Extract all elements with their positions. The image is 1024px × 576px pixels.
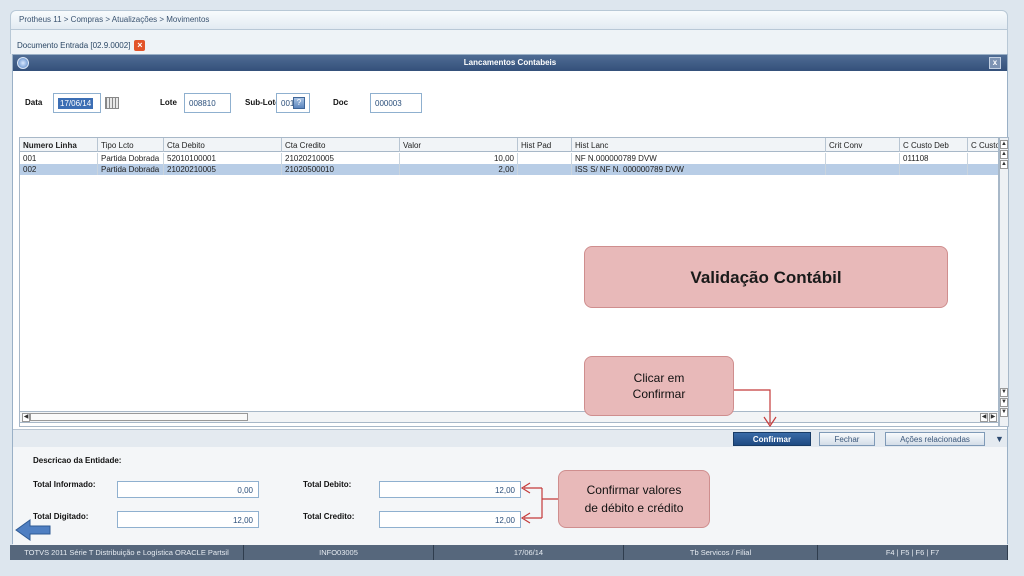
table-cell: Partida Dobrada <box>98 164 164 175</box>
total-credito-field: 12,00 <box>379 511 521 528</box>
close-button[interactable]: Fechar <box>819 432 875 446</box>
close-icon[interactable]: × <box>134 40 146 51</box>
scroll-up-icon[interactable]: ▲ <box>1000 160 1008 169</box>
total-credito-label: Total Credito: <box>303 512 355 521</box>
table-cell <box>826 164 900 175</box>
tabstrip: Documento Entrada [02.9.0002] × <box>10 30 1008 54</box>
doc-field[interactable]: 000003 <box>370 93 422 113</box>
grid-vertical-scrollbar[interactable]: ▲ ▲ ▲ ▼ ▼ ▼ <box>999 137 1009 427</box>
scroll-up-fast-icon[interactable]: ▲ <box>1000 150 1008 159</box>
column-header[interactable]: Hist Lanc <box>572 138 826 152</box>
scroll-right-icon[interactable]: ▶ <box>989 413 997 422</box>
column-header[interactable]: Cta Credito <box>282 138 400 152</box>
table-cell: 21020500010 <box>282 164 400 175</box>
table-cell <box>518 164 572 175</box>
table-cell: 52010100001 <box>164 153 282 164</box>
table-cell: 002 <box>20 164 98 175</box>
table-cell: ISS S/ NF N. 000000789 DVW <box>572 164 826 175</box>
scroll-down-fast-icon[interactable]: ▼ <box>1000 398 1008 407</box>
table-cell: 2,00 <box>400 164 518 175</box>
table-cell: Partida Dobrada <box>98 153 164 164</box>
totals-panel: Descricao da Entidade: Total Informado: … <box>13 447 1007 545</box>
table-cell <box>518 153 572 164</box>
status-cell: Tb Servicos / Filial <box>624 545 818 560</box>
table-row[interactable]: 002 Partida Dobrada 21020210005 21020500010… <box>20 164 998 175</box>
table-cell: 21020210005 <box>282 153 400 164</box>
app-icon <box>17 57 29 69</box>
column-header[interactable]: Cta Debito <box>164 138 282 152</box>
chevron-down-icon[interactable]: ▼ <box>995 434 1004 444</box>
grid-horizontal-scrollbar[interactable]: ◀ ◀ ▶ <box>19 411 999 423</box>
lote-field[interactable]: 008810 <box>184 93 231 113</box>
callout-line: de débito e crédito <box>584 501 684 515</box>
callout-line: Clicar em <box>633 371 685 385</box>
status-cell: INFO03005 <box>244 545 434 560</box>
grid-header: Numero Linha Tipo Lcto Cta Debito Cta Credi… <box>20 138 998 152</box>
callout-confirmar-valores: Confirmar valores de débito e crédito <box>558 470 710 528</box>
tab-documento-entrada[interactable]: Documento Entrada [02.9.0002] × <box>17 40 146 51</box>
sublote-help-button[interactable]: ? <box>293 97 305 109</box>
column-header[interactable]: Crit Conv <box>826 138 900 152</box>
table-cell <box>826 153 900 164</box>
callout-validacao: Validação Contábil <box>584 246 948 308</box>
column-header[interactable]: C Custo <box>968 138 998 152</box>
total-informado-label: Total Informado: <box>33 480 96 489</box>
dialog-title: Lancamentos Contabeis <box>463 58 557 67</box>
callout-line: Confirmar valores <box>586 483 682 497</box>
callout-line: Confirmar <box>632 387 686 401</box>
table-cell: 10,00 <box>400 153 518 164</box>
table-cell <box>968 164 998 175</box>
callout-clicar-confirmar: Clicar em Confirmar <box>584 356 734 416</box>
status-cell: F4 | F5 | F6 | F7 <box>818 545 1008 560</box>
scroll-down-icon[interactable]: ▼ <box>1000 388 1008 397</box>
data-label: Data <box>25 98 43 107</box>
scroll-top-icon[interactable]: ▲ <box>1000 140 1008 149</box>
column-header[interactable]: Numero Linha <box>20 138 98 152</box>
breadcrumb: Protheus 11 > Compras > Atualizações > M… <box>10 10 1008 30</box>
column-header[interactable]: Hist Pad <box>518 138 572 152</box>
total-debito-label: Total Debito: <box>303 480 352 489</box>
column-header[interactable]: Tipo Lcto <box>98 138 164 152</box>
lote-label: Lote <box>160 98 177 107</box>
table-row[interactable]: 001 Partida Dobrada 52010100001 21020210005… <box>20 153 998 164</box>
scroll-left-end-icon[interactable]: ◀ <box>980 413 988 422</box>
scroll-thumb[interactable] <box>30 413 248 421</box>
status-cell: 17/06/14 <box>434 545 624 560</box>
status-cell: TOTVS 2011 Série T Distribuição e Logíst… <box>10 545 244 560</box>
related-actions-button[interactable]: Ações relacionadas <box>885 432 985 446</box>
table-cell: 001 <box>20 153 98 164</box>
data-field[interactable]: 17/06/14 <box>53 93 101 113</box>
tab-label: Documento Entrada [02.9.0002] <box>17 41 131 50</box>
column-header[interactable]: Valor <box>400 138 518 152</box>
dialog-titlebar: Lancamentos Contabeis x <box>13 55 1007 71</box>
total-informado-field[interactable]: 0,00 <box>117 481 259 498</box>
table-cell <box>968 153 998 164</box>
scroll-bottom-icon[interactable]: ▼ <box>1000 408 1008 417</box>
sublote-label: Sub-Lote <box>245 98 280 107</box>
back-arrow-icon[interactable] <box>14 518 52 542</box>
confirm-button[interactable]: Confirmar <box>733 432 811 446</box>
table-cell: NF N.000000789 DVW <box>572 153 826 164</box>
statusbar: TOTVS 2011 Série T Distribuição e Logíst… <box>10 545 1008 560</box>
doc-label: Doc <box>333 98 349 107</box>
column-header[interactable]: C Custo Deb <box>900 138 968 152</box>
dialog-close-button[interactable]: x <box>989 57 1001 69</box>
total-debito-field: 12,00 <box>379 481 521 498</box>
entity-label: Descricao da Entidade: <box>33 456 122 465</box>
table-cell <box>900 164 968 175</box>
calendar-icon[interactable] <box>105 97 119 109</box>
table-cell: 011108 <box>900 153 968 164</box>
total-digitado-field: 12,00 <box>117 511 259 528</box>
scroll-left-icon[interactable]: ◀ <box>22 413 30 422</box>
header-form: Data 17/06/14 Lote 008810 Sub-Lote 001 ?… <box>13 91 1007 121</box>
table-cell: 21020210005 <box>164 164 282 175</box>
button-bar: Confirmar Fechar Ações relacionadas ▼ <box>13 429 1007 447</box>
